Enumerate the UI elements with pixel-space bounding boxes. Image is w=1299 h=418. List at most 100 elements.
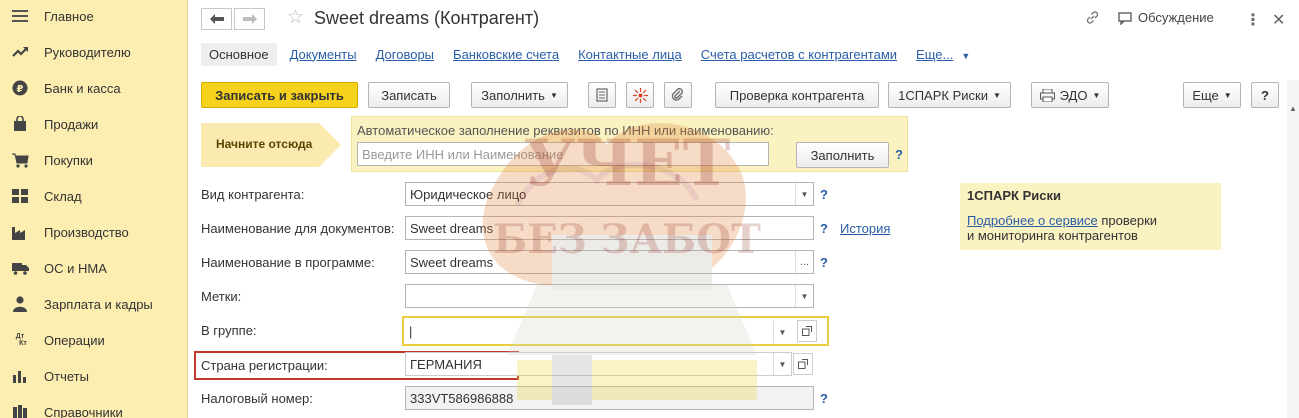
history-link[interactable]: История [840, 221, 890, 236]
tax-help-icon[interactable]: ? [820, 391, 828, 406]
printer-icon [1039, 88, 1055, 102]
country-value: ГЕРМАНИЯ [410, 356, 482, 372]
paperclip-icon [671, 88, 683, 101]
sidebar-item-salary[interactable]: Зарплата и кадры [0, 286, 188, 322]
ellipsis-button[interactable]: ... [795, 251, 813, 273]
factory-icon [11, 223, 29, 241]
counterparty-type-select[interactable]: Юридическое лицо ▼ [405, 182, 814, 206]
chevron-down-icon[interactable]: ▼ [773, 353, 791, 375]
sidebar-item-references[interactable]: Справочники [0, 394, 188, 418]
sidebar-item-assets[interactable]: ОС и НМА [0, 250, 188, 286]
sidebar-item-production[interactable]: Производство [0, 214, 188, 250]
inn-search-placeholder: Введите ИНН или Наименование [362, 146, 564, 162]
save-and-close-button[interactable]: Записать и закрыть [201, 82, 358, 108]
document-list-button[interactable] [588, 82, 616, 108]
type-label: Вид контрагента: [201, 187, 305, 202]
progname-input[interactable]: Sweet dreams ... [405, 250, 814, 274]
chevron-down-icon[interactable]: ▼ [795, 183, 813, 205]
type-help-icon[interactable]: ? [820, 187, 828, 202]
tags-select[interactable]: ▼ [405, 284, 814, 308]
tab-settlement-accounts[interactable]: Счета расчетов с контрагентами [701, 47, 897, 62]
tab-more[interactable]: Еще... ▼ [916, 47, 970, 62]
link-icon[interactable] [1085, 10, 1100, 25]
inn-search-input[interactable]: Введите ИНН или Наименование [357, 142, 769, 166]
spark-more-link[interactable]: Подробнее о сервисе [967, 213, 1098, 228]
sidebar-item-operations[interactable]: Дт Кт Операции [0, 322, 188, 358]
country-select[interactable]: ГЕРМАНИЯ ▼ [405, 352, 792, 376]
sidebar-item-label: Банк и касса [44, 80, 121, 96]
sidebar-item-label: Операции [44, 332, 105, 348]
counterparty-type-value: Юридическое лицо [410, 186, 527, 202]
chevron-down-icon[interactable]: ▼ [795, 285, 813, 307]
group-select[interactable]: | ▼ [402, 316, 829, 346]
scrollbar[interactable]: ▲ [1287, 80, 1299, 418]
docname-input[interactable]: Sweet dreams [405, 216, 814, 240]
discussion-button[interactable]: Обсуждение [1117, 10, 1214, 25]
tab-contracts[interactable]: Договоры [376, 47, 434, 62]
check-counterparty-button[interactable]: Проверка контрагента [715, 82, 879, 108]
fill-dropdown-button[interactable]: Заполнить ▼ [471, 82, 568, 108]
tab-bar: Основное Документы Договоры Банковские с… [201, 42, 970, 66]
help-button[interactable]: ? [1251, 82, 1279, 108]
svg-text:₽: ₽ [17, 84, 24, 95]
progname-help-icon[interactable]: ? [820, 255, 828, 270]
sidebar-item-main[interactable]: Главное [0, 0, 188, 34]
sidebar-item-purchases[interactable]: Покупки [0, 142, 188, 178]
favorite-star-icon[interactable]: ☆ [287, 8, 304, 28]
tab-documents[interactable]: Документы [290, 47, 357, 62]
truck-icon [11, 259, 29, 277]
open-icon[interactable] [797, 320, 817, 342]
spark-risks-dropdown-button[interactable]: 1СПАРК Риски ▼ [888, 82, 1011, 108]
close-icon[interactable]: ✕ [1272, 10, 1285, 30]
country-open-icon[interactable] [793, 353, 813, 375]
cart-icon [11, 151, 29, 169]
attach-button[interactable] [664, 82, 692, 108]
tab-contact-persons[interactable]: Контактные лица [578, 47, 682, 62]
bag-icon [11, 115, 29, 133]
sidebar-item-manager[interactable]: Руководителю [0, 34, 188, 70]
structure-button[interactable] [626, 82, 654, 108]
sidebar-item-label: Главное [44, 8, 94, 24]
country-label: Страна регистрации: [201, 358, 328, 373]
sidebar-item-label: Руководителю [44, 44, 131, 60]
more-label: Еще [1192, 87, 1219, 103]
start-here-label: Начните отсюда [216, 137, 313, 151]
edo-dropdown-button[interactable]: ЭДО ▼ [1031, 82, 1109, 108]
tab-main[interactable]: Основное [201, 42, 277, 66]
forward-button[interactable] [234, 8, 265, 30]
autofill-help-icon[interactable]: ? [895, 147, 903, 162]
chevron-down-icon[interactable]: ▼ [773, 321, 791, 343]
arrow-right-icon [242, 14, 257, 24]
arrow-left-icon [209, 14, 224, 24]
chevron-down-icon: ▼ [992, 90, 1001, 100]
back-button[interactable] [201, 8, 232, 30]
chevron-down-icon: ▼ [961, 50, 971, 61]
scroll-up-icon[interactable]: ▲ [1289, 104, 1297, 113]
main-area: ☆ Sweet dreams (Контрагент) Обсуждение ⋮… [189, 0, 1299, 418]
trend-icon [11, 43, 29, 61]
more-dropdown-button[interactable]: Еще ▼ [1183, 82, 1241, 108]
docname-label: Наименование для документов: [201, 221, 395, 236]
book-icon [11, 403, 29, 418]
kt-text: Кт [19, 340, 27, 347]
save-button[interactable]: Записать [368, 82, 450, 108]
sidebar-item-reports[interactable]: Отчеты [0, 358, 188, 394]
spark-info-text: Подробнее о сервисе проверки и мониторин… [967, 213, 1157, 243]
dt-kt-icon: Дт Кт [11, 331, 29, 349]
sidebar-item-label: Зарплата и кадры [44, 296, 153, 312]
docname-value: Sweet dreams [410, 220, 494, 236]
autofill-button[interactable]: Заполнить [796, 142, 889, 168]
more-vertical-icon[interactable]: ⋮ [1245, 10, 1261, 30]
progname-label: Наименование в программе: [201, 255, 375, 270]
sidebar-item-sales[interactable]: Продажи [0, 106, 188, 142]
document-icon [596, 88, 608, 102]
spark-text-2: и мониторинга контрагентов [967, 228, 1138, 243]
sidebar-item-bank[interactable]: ₽ Банк и касса [0, 70, 188, 106]
docname-help-icon[interactable]: ? [820, 221, 828, 236]
chat-icon [1118, 11, 1132, 25]
sidebar-item-warehouse[interactable]: Склад [0, 178, 188, 214]
tab-bank-accounts[interactable]: Банковские счета [453, 47, 559, 62]
sidebar-item-label: Продажи [44, 116, 99, 132]
sidebar-item-label: Покупки [44, 152, 93, 168]
tax-number-input[interactable]: 333VT586986888 [405, 386, 814, 410]
